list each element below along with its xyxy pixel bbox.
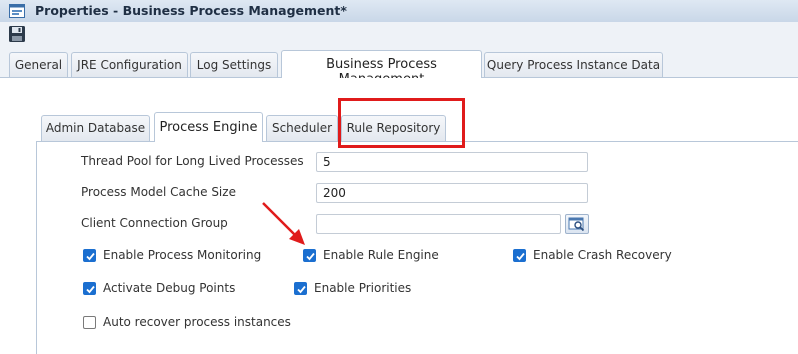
window-title: Properties - Business Process Management… — [35, 3, 347, 18]
inner-panel-border — [36, 141, 37, 354]
process-monitoring-label[interactable]: Enable Process Monitoring — [103, 248, 261, 262]
debug-points-checkbox[interactable] — [83, 282, 96, 295]
tab-log-settings[interactable]: Log Settings — [190, 52, 278, 77]
checkmark-icon — [297, 285, 306, 294]
priorities-checkbox[interactable] — [294, 282, 307, 295]
tab-jre-configuration[interactable]: JRE Configuration — [71, 52, 188, 77]
crash-recovery-checkbox[interactable] — [513, 249, 526, 262]
cache-size-input[interactable] — [316, 183, 588, 203]
client-connection-group-input[interactable] — [316, 214, 561, 234]
auto-recover-label[interactable]: Auto recover process instances — [103, 315, 291, 329]
cache-size-label: Process Model Cache Size — [81, 185, 236, 199]
thread-pool-input[interactable] — [316, 152, 588, 172]
debug-points-label[interactable]: Activate Debug Points — [103, 281, 235, 295]
tab-query-process-instance-data[interactable]: Query Process Instance Data — [484, 52, 663, 77]
checkmark-icon — [516, 252, 525, 261]
lookup-icon — [568, 217, 585, 232]
rule-engine-label[interactable]: Enable Rule Engine — [323, 248, 439, 262]
tab-admin-database[interactable]: Admin Database — [41, 115, 150, 141]
tab-general[interactable]: General — [9, 52, 68, 77]
annotation-arrow-icon — [262, 202, 305, 245]
priorities-label[interactable]: Enable Priorities — [314, 281, 411, 295]
checkmark-icon — [86, 285, 95, 294]
auto-recover-checkbox[interactable] — [83, 316, 96, 329]
lookup-button[interactable] — [565, 214, 589, 234]
title-bar: Properties - Business Process Management… — [0, 0, 798, 23]
checkmark-icon — [306, 252, 315, 261]
tab-scheduler[interactable]: Scheduler — [266, 115, 338, 141]
rule-repository-highlight — [338, 98, 465, 148]
thread-pool-label: Thread Pool for Long Lived Processes — [81, 154, 304, 168]
crash-recovery-label[interactable]: Enable Crash Recovery — [533, 248, 672, 262]
client-connection-group-label: Client Connection Group — [81, 216, 228, 230]
save-icon[interactable] — [8, 25, 26, 43]
toolbar — [0, 22, 798, 47]
checkmark-icon — [86, 252, 95, 261]
rule-engine-checkbox[interactable] — [303, 249, 316, 262]
tab-process-engine[interactable]: Process Engine — [154, 112, 263, 142]
properties-icon — [9, 4, 25, 18]
tab-business-process-management[interactable]: Business Process Management — [281, 50, 482, 87]
process-monitoring-checkbox[interactable] — [83, 249, 96, 262]
